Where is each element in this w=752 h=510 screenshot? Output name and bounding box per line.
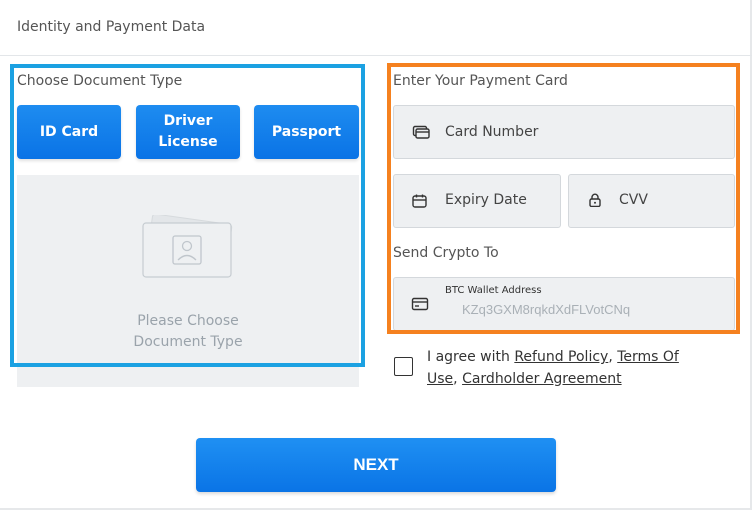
id-document-icon: [142, 215, 233, 278]
agreement-text: I agree with Refund Policy, Terms Of Use…: [427, 347, 697, 390]
cardholder-agreement-link[interactable]: Cardholder Agreement: [462, 371, 622, 387]
btc-wallet-field[interactable]: BTC Wallet Address KZq3GXM8rqkdXdFLVotCN…: [393, 277, 735, 331]
btc-wallet-caption: BTC Wallet Address: [445, 285, 542, 296]
passport-button[interactable]: Passport: [254, 105, 359, 159]
agreement-separator: ,: [608, 349, 618, 365]
lock-icon: [589, 193, 601, 207]
wallet-icon: [411, 297, 429, 311]
id-card-button[interactable]: ID Card: [17, 105, 121, 159]
form-card: Identity and Payment Data Choose Documen…: [0, 0, 752, 510]
document-upload-area[interactable]: Please Choose Document Type: [17, 175, 359, 387]
cvv-field[interactable]: CVV: [568, 174, 735, 228]
card-number-placeholder: Card Number: [445, 124, 539, 140]
payment-section-label: Enter Your Payment Card: [393, 73, 568, 89]
cvv-placeholder: CVV: [619, 192, 648, 208]
agreement-prefix: I agree with: [427, 349, 515, 365]
page-title: Identity and Payment Data: [17, 19, 206, 35]
calendar-icon: [412, 194, 427, 208]
document-placeholder-text: Please Choose Document Type: [133, 313, 243, 350]
agree-checkbox[interactable]: [394, 357, 413, 376]
crypto-section-label: Send Crypto To: [393, 245, 499, 261]
expiry-date-field[interactable]: Expiry Date: [393, 174, 561, 228]
card-number-field[interactable]: Card Number: [393, 105, 735, 159]
document-section-label: Choose Document Type: [17, 73, 183, 89]
refund-policy-link[interactable]: Refund Policy: [514, 349, 608, 365]
driver-license-button[interactable]: Driver License: [136, 105, 240, 159]
expiry-date-placeholder: Expiry Date: [445, 192, 527, 208]
agreement-separator: ,: [453, 370, 463, 387]
next-button[interactable]: NEXT: [196, 438, 556, 492]
credit-card-icon: [412, 125, 430, 139]
btc-wallet-value: KZq3GXM8rqkdXdFLVotCNq: [462, 302, 631, 317]
form-header: Identity and Payment Data: [0, 0, 752, 56]
